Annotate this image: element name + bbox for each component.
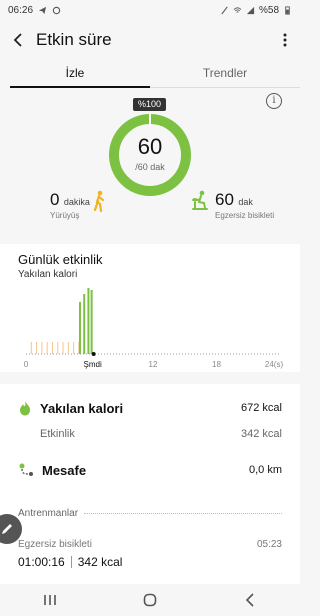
workout-name[interactable]: Egzersiz bisikleti <box>18 539 92 550</box>
mute-icon <box>221 6 228 14</box>
chart-now-marker <box>91 352 96 356</box>
system-nav-bar <box>0 584 300 616</box>
status-time: 06:26 <box>8 4 34 16</box>
calories-value: 672 kcal <box>241 402 282 414</box>
calorie-chart: 0 Şmdi 12 18 24(s) <box>24 288 284 369</box>
wifi-icon <box>233 6 242 13</box>
chart-tick-label: Şmdi <box>84 360 102 369</box>
cycling-value: 60 <box>215 190 234 209</box>
tab-izle[interactable]: İzle <box>0 60 150 88</box>
details-card: Yakılan kalori 672 kcal Etkinlik 342 kca… <box>0 384 300 616</box>
tab-divider <box>150 87 300 88</box>
distance-label: Mesafe <box>42 462 87 478</box>
more-options-button[interactable] <box>270 20 300 60</box>
page-title: Etkin süre <box>36 30 112 49</box>
progress-ring: 60 /60 dak <box>107 112 193 198</box>
walking-icon <box>93 190 105 212</box>
workout-time: 05:23 <box>256 539 282 550</box>
cycling-stat: 60 dak Egzersiz bisikleti <box>215 190 274 220</box>
telegram-icon <box>38 6 47 14</box>
tab-bar: İzle Trendler <box>0 60 300 88</box>
active-time-summary: i 60 /60 dak %100 0 dakika Yürüyüş 60 da… <box>0 90 300 220</box>
chart-bar <box>78 302 81 354</box>
workouts-heading: Antrenmanlar <box>18 508 282 519</box>
chart-bar <box>90 290 93 354</box>
signal-icon <box>246 6 255 14</box>
back-button[interactable] <box>0 20 36 60</box>
ring-value: 60 <box>137 134 163 159</box>
calories-label: Yakılan kalori <box>40 400 124 416</box>
info-icon[interactable]: i <box>266 93 282 109</box>
tab-trendler[interactable]: Trendler <box>150 60 300 88</box>
workout-stats[interactable]: 01:00:16 342 kcal <box>18 555 122 569</box>
sync-icon <box>52 6 61 14</box>
ring-goal: /60 dak <box>135 162 165 172</box>
back-nav-icon <box>245 593 254 607</box>
chart-tick-label: 0 <box>24 360 29 369</box>
recents-icon <box>44 595 56 605</box>
app-bar: Etkin süre <box>0 20 300 60</box>
calories-row[interactable]: Yakılan kalori 672 kcal <box>0 400 300 416</box>
workout-duration: 01:00:16 <box>18 555 65 569</box>
home-icon <box>143 593 157 607</box>
chart-tick-label: 24(s) <box>265 360 284 369</box>
walking-caption: Yürüyüş <box>50 211 80 220</box>
back-nav-button[interactable] <box>230 584 270 616</box>
pencil-icon <box>2 524 12 534</box>
recents-button[interactable] <box>30 584 70 616</box>
activity-calories-row: Etkinlik 342 kcal <box>40 428 282 440</box>
chart-bar <box>87 288 90 354</box>
battery-percent: %58 <box>258 4 279 16</box>
cycling-caption: Egzersiz bisikleti <box>215 211 275 220</box>
walking-stat: 0 dakika Yürüyüş <box>50 190 90 220</box>
workouts-divider <box>84 513 282 514</box>
status-bar: 06:26 %58 <box>0 0 300 20</box>
chart-tick-label: 18 <box>212 360 221 369</box>
exercise-bike-icon <box>192 190 208 210</box>
walking-unit: dakika <box>63 197 90 207</box>
activity-calories-value: 342 kcal <box>241 428 282 440</box>
distance-icon <box>19 463 33 476</box>
home-button[interactable] <box>130 584 170 616</box>
flame-icon <box>20 401 30 416</box>
daily-activity-card: Günlük etkinlik Yakılan kalori 0 Şmdi 12 18… <box>0 244 300 372</box>
workouts-heading-label: Antrenmanlar <box>18 508 79 519</box>
daily-activity-subtitle: Yakılan kalori <box>18 269 78 280</box>
battery-icon <box>285 5 290 15</box>
back-arrow-icon <box>13 33 22 47</box>
chart-tick-label: 12 <box>149 360 158 369</box>
more-vertical-icon <box>283 33 287 47</box>
distance-row[interactable]: Mesafe 0,0 km <box>0 462 300 478</box>
workout-kcal: 342 kcal <box>77 555 123 569</box>
percent-badge: %100 <box>133 98 166 111</box>
activity-calories-label: Etkinlik <box>40 428 75 440</box>
distance-value: 0,0 km <box>248 464 282 476</box>
chart-bar <box>83 294 86 354</box>
cycling-unit: dak <box>238 197 253 207</box>
daily-activity-title: Günlük etkinlik <box>18 252 103 267</box>
walking-value: 0 <box>50 190 60 209</box>
workout-stats-divider <box>70 556 72 568</box>
